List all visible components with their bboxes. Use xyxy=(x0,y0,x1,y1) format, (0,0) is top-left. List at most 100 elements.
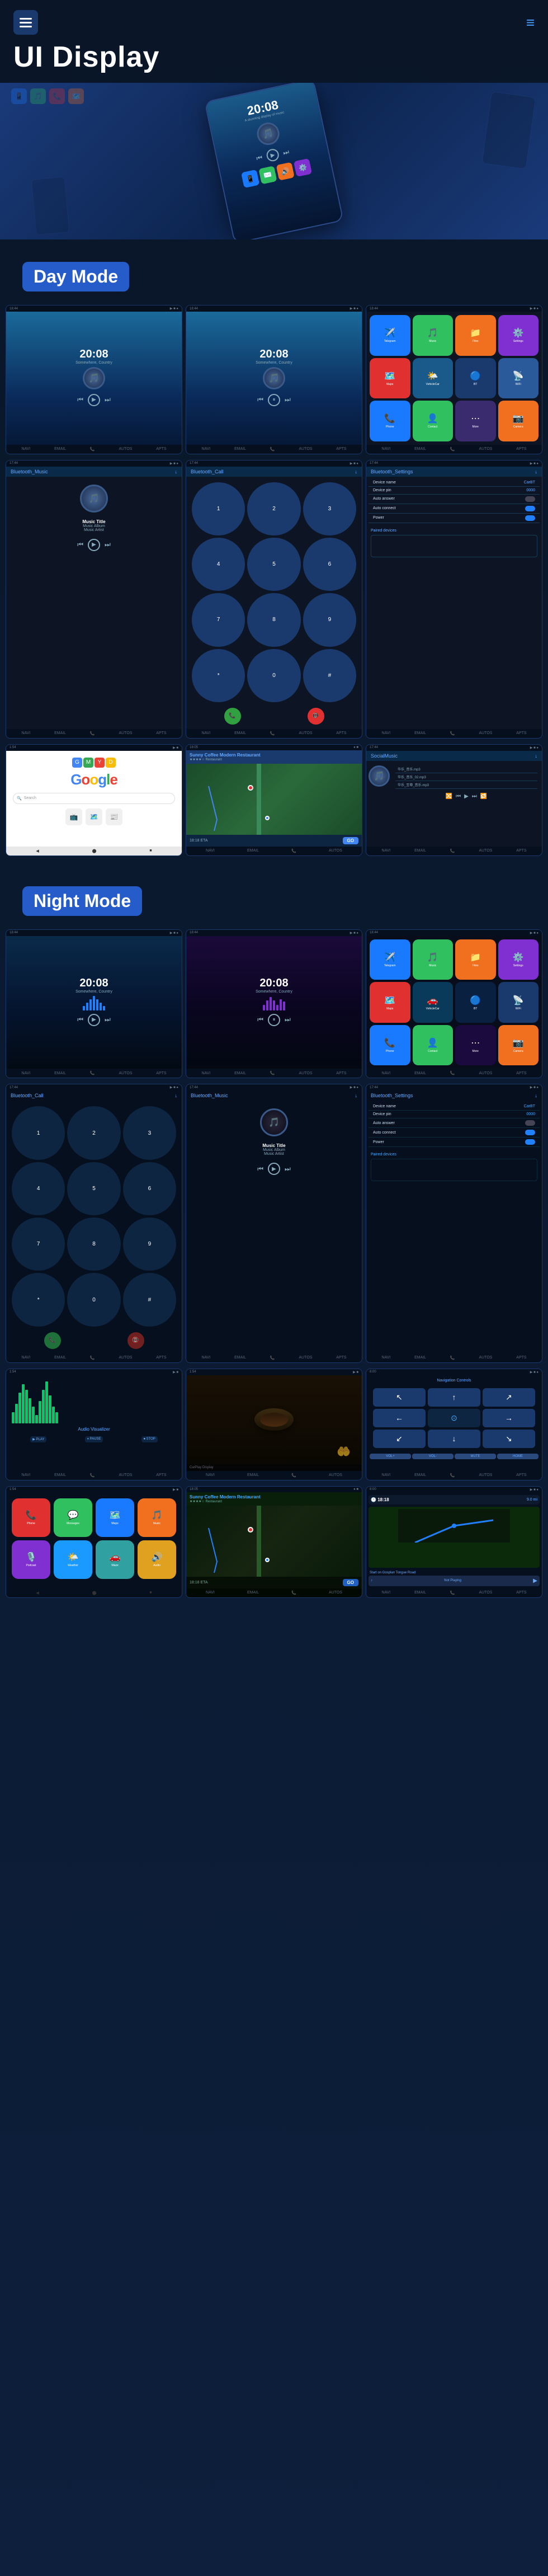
n-email-4[interactable]: EMAIL xyxy=(54,1356,66,1360)
arrow-up[interactable]: ↑ xyxy=(428,1388,480,1407)
n-apts-4[interactable]: APTS xyxy=(156,1356,166,1360)
n-dial-3[interactable]: 3 xyxy=(123,1106,176,1159)
app-telegram[interactable]: ✈️Telegram xyxy=(370,315,410,356)
app-settings[interactable]: ⚙️Settings xyxy=(498,315,539,356)
lm-next[interactable]: ⏭ xyxy=(472,793,477,800)
shortcut-1[interactable]: 📺 xyxy=(65,808,82,825)
n-app-vehicle[interactable]: 🚗VehicleCar xyxy=(413,982,453,1023)
n-call-btn[interactable]: 📞 xyxy=(44,1332,61,1349)
n-app-music[interactable]: 🎵Music xyxy=(413,939,453,980)
arrow-left[interactable]: ← xyxy=(373,1409,426,1427)
n-phone-2[interactable]: 📞 xyxy=(270,1071,275,1075)
recent-btn-7[interactable]: ■ xyxy=(149,849,152,853)
n-apts-3[interactable]: APTS xyxy=(516,1071,526,1075)
n-app-cam[interactable]: 📷Camera xyxy=(498,1025,539,1066)
dial-hash[interactable]: # xyxy=(303,649,356,702)
n-email-11[interactable]: EMAIL xyxy=(247,1591,259,1595)
google-app-icon-2[interactable]: M xyxy=(83,758,93,768)
arrow-br[interactable]: ↘ xyxy=(483,1430,535,1448)
nav-btn-7[interactable]: ◀ xyxy=(36,849,39,853)
arrow-tl[interactable]: ↖ xyxy=(373,1388,426,1407)
hero-play-btn[interactable]: ▶ xyxy=(266,148,280,162)
lm-play[interactable]: ▶ xyxy=(464,793,469,800)
call-btn[interactable]: 📞 xyxy=(224,708,241,725)
app-contact[interactable]: 👤Contact xyxy=(413,401,453,441)
app-weather[interactable]: 🌤️VehicleCar xyxy=(413,358,453,399)
phone-btn-4[interactable]: 📞 xyxy=(90,731,95,736)
phone-btn[interactable]: 📞 xyxy=(90,447,95,452)
n-apts-6[interactable]: APTS xyxy=(516,1356,526,1360)
n-app-maps[interactable]: 🗺️Maps xyxy=(370,982,410,1023)
n-nav-1[interactable]: NAVI xyxy=(21,1071,30,1075)
n-dial-2[interactable]: 2 xyxy=(67,1106,120,1159)
n-ios-phone[interactable]: 📞Phone xyxy=(12,1498,50,1537)
n-phone-9[interactable]: 📞 xyxy=(450,1473,455,1478)
n-phone-12[interactable]: 📞 xyxy=(450,1591,455,1595)
email-btn-2[interactable]: EMAIL xyxy=(234,447,246,451)
n-ios-music[interactable]: 🎵Music xyxy=(138,1498,176,1537)
n-phone-5[interactable]: 📞 xyxy=(270,1356,275,1360)
n-auto-2[interactable]: AUTOS xyxy=(299,1071,312,1075)
bt-play[interactable]: ▶ xyxy=(88,539,100,551)
auto-btn-2[interactable]: AUTOS xyxy=(299,447,312,451)
app-cam[interactable]: 📷Camera xyxy=(498,401,539,441)
n-apts-1[interactable]: APTS xyxy=(156,1071,166,1075)
night-next-1[interactable]: ⏭ xyxy=(105,1016,111,1024)
music-item-3[interactable]: 华乐_至尊_音乐.mp3 xyxy=(395,781,537,789)
day-play-2[interactable]: ⏸ xyxy=(268,394,280,406)
n-auto-8[interactable]: AUTOS xyxy=(329,1473,342,1477)
email-btn-3[interactable]: EMAIL xyxy=(414,447,426,451)
n-dial-5[interactable]: 5 xyxy=(67,1162,120,1215)
apts-btn-5[interactable]: APTS xyxy=(336,731,346,735)
n-dial-7[interactable]: 7 xyxy=(12,1218,65,1271)
n-ios-podcast[interactable]: 🎙️Podcast xyxy=(12,1540,50,1579)
n-apts-12[interactable]: APTS xyxy=(516,1591,526,1595)
n-recent-10[interactable]: ■ xyxy=(149,1591,152,1595)
hangup-btn[interactable]: 📵 xyxy=(308,708,324,725)
night-bt-next[interactable]: ⏭ xyxy=(285,1165,291,1173)
n-apts-2[interactable]: APTS xyxy=(336,1071,346,1075)
n-auto-4[interactable]: AUTOS xyxy=(119,1356,132,1360)
auto-btn-6[interactable]: AUTOS xyxy=(479,731,492,735)
dial-5[interactable]: 5 xyxy=(247,538,300,591)
n-dial-star[interactable]: * xyxy=(12,1273,65,1326)
nav-btn-2[interactable]: NAVI xyxy=(201,447,210,451)
dial-4[interactable]: 4 xyxy=(192,538,245,591)
dial-8[interactable]: 8 xyxy=(247,593,300,646)
n-dial-1[interactable]: 1 xyxy=(12,1106,65,1159)
n-ios-waze[interactable]: 🚗Waze xyxy=(96,1540,134,1579)
app-bt[interactable]: 🔵BT xyxy=(455,358,496,399)
n-power-toggle[interactable] xyxy=(525,1139,535,1145)
n-apts-9[interactable]: APTS xyxy=(516,1473,526,1477)
n-nav-7[interactable]: NAVI xyxy=(21,1473,30,1477)
phone-btn-9[interactable]: 📞 xyxy=(450,849,455,853)
arrow-right[interactable]: → xyxy=(483,1409,535,1427)
dial-3[interactable]: 3 xyxy=(303,482,356,535)
auto-btn-9[interactable]: AUTOS xyxy=(479,849,492,853)
n-nav-12[interactable]: NAVI xyxy=(381,1591,390,1595)
n-app-wifi[interactable]: 📡WiFi xyxy=(498,982,539,1023)
email-btn-5[interactable]: EMAIL xyxy=(234,731,246,735)
ctrl-btn-3[interactable]: MUTE xyxy=(455,1454,496,1459)
lm-repeat[interactable]: 🔁 xyxy=(480,793,487,800)
nav-btn-6[interactable]: NAVI xyxy=(381,731,390,735)
dial-6[interactable]: 6 xyxy=(303,538,356,591)
n-email-7[interactable]: EMAIL xyxy=(54,1473,66,1477)
app-files[interactable]: 📁Files xyxy=(455,315,496,356)
nav-menu-icon[interactable]: ≡ xyxy=(526,14,535,31)
n-nav-6[interactable]: NAVI xyxy=(381,1356,390,1360)
n-nav-5[interactable]: NAVI xyxy=(201,1356,210,1360)
n-ios-audio[interactable]: 🔊Audio xyxy=(138,1540,176,1579)
phone-btn-2[interactable]: 📞 xyxy=(270,447,275,452)
google-app-icon-3[interactable]: Y xyxy=(95,758,105,768)
n-back-10[interactable]: ◀ xyxy=(36,1591,39,1595)
apts-btn-6[interactable]: APTS xyxy=(516,731,526,735)
n-ios-weather[interactable]: 🌤️Weather xyxy=(54,1540,92,1579)
day-next-2[interactable]: ⏭ xyxy=(285,396,291,404)
email-btn-4[interactable]: EMAIL xyxy=(54,731,66,735)
n-email-1[interactable]: EMAIL xyxy=(54,1071,66,1075)
app-maps[interactable]: 🗺️Maps xyxy=(370,358,410,399)
n-app-more[interactable]: ⋯More xyxy=(455,1025,496,1066)
auto-btn-8[interactable]: AUTOS xyxy=(329,849,342,853)
power-toggle[interactable] xyxy=(525,515,535,521)
